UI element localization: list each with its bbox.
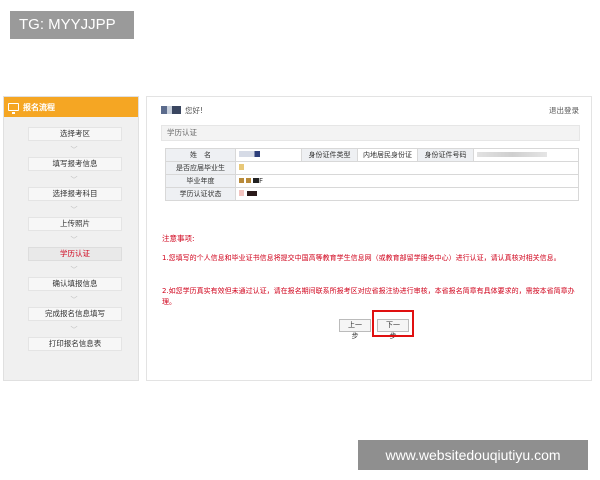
- graduate-label: 是否应届毕业生: [165, 161, 236, 175]
- status-value: [235, 187, 579, 201]
- sidebar-title: 报名流程: [23, 102, 55, 112]
- logout-link[interactable]: 退出登录: [549, 105, 579, 116]
- step-item-1[interactable]: 选择考区: [4, 117, 138, 147]
- prev-step-button[interactable]: 上一步: [339, 319, 371, 340]
- step-item-2[interactable]: ﹀ 填写报考信息: [4, 147, 138, 177]
- main-panel: 您好! 退出登录 学历认证 姓 名 身份证件类型 内地居民身份证 身份证件号码 …: [146, 96, 592, 381]
- grad-year-value: F: [235, 174, 579, 188]
- step-item-6[interactable]: ﹀ 确认填报信息: [4, 267, 138, 297]
- step-label[interactable]: 确认填报信息: [28, 277, 122, 291]
- watermark-bottom: www.websitedouqiutiyu.com: [358, 440, 588, 470]
- notice-item-2: 2.如您学历真实有效但未通过认证，请在报名期间联系所报考区对应省报注协进行审核，…: [162, 287, 575, 306]
- notice-item-1: 1.您填写的个人信息和毕业证书信息将提交中国高等教育学生信息网（或教育部留学服务…: [162, 254, 561, 262]
- step-item-4[interactable]: ﹀ 上传照片: [4, 207, 138, 237]
- chevron-down-icon: ﹀: [70, 326, 78, 334]
- step-label[interactable]: 打印报名信息表: [28, 337, 122, 351]
- status-label: 学历认证状态: [165, 187, 236, 201]
- table-row: 姓 名 身份证件类型 内地居民身份证 身份证件号码: [165, 148, 579, 162]
- id-type-value: 内地居民身份证: [357, 148, 418, 162]
- chevron-down-icon: ﹀: [70, 176, 78, 184]
- step-item-3[interactable]: ﹀ 选择报考科目: [4, 177, 138, 207]
- step-list: 选择考区 ﹀ 填写报考信息 ﹀ 选择报考科目 ﹀ 上传照片 ﹀ 学历认证 ﹀ 确…: [4, 117, 138, 357]
- step-label[interactable]: 填写报考信息: [28, 157, 122, 171]
- section-title: 学历认证: [161, 125, 580, 141]
- table-row: 是否应届毕业生: [165, 161, 579, 175]
- name-label: 姓 名: [165, 148, 236, 162]
- redacted-mark: [239, 164, 244, 170]
- step-label[interactable]: 上传照片: [28, 217, 122, 231]
- id-number-value: [473, 148, 579, 162]
- chevron-down-icon: ﹀: [70, 146, 78, 154]
- step-label[interactable]: 选择报考科目: [28, 187, 122, 201]
- notice-title: 注意事项:: [162, 234, 195, 243]
- graduate-value: [235, 161, 579, 175]
- chevron-down-icon: ﹀: [70, 206, 78, 214]
- id-number-label: 身份证件号码: [417, 148, 474, 162]
- table-row: 毕业年度 F: [165, 174, 579, 188]
- watermark-top: TG: MYYJJPP: [10, 11, 134, 39]
- highlight-annotation: [372, 310, 414, 337]
- chevron-down-icon: ﹀: [70, 266, 78, 274]
- process-sidebar: 报名流程 选择考区 ﹀ 填写报考信息 ﹀ 选择报考科目 ﹀ 上传照片 ﹀ 学历认…: [3, 96, 139, 381]
- chevron-down-icon: ﹀: [70, 236, 78, 244]
- redacted-id: [477, 152, 547, 157]
- grad-year-label: 毕业年度: [165, 174, 236, 188]
- sidebar-header: 报名流程: [4, 97, 138, 117]
- name-value: [235, 148, 302, 162]
- topbar: 您好! 退出登录: [161, 103, 579, 117]
- avatar: [161, 106, 181, 114]
- step-label[interactable]: 学历认证: [28, 247, 122, 261]
- grad-year-text: F: [259, 177, 264, 185]
- step-label[interactable]: 选择考区: [28, 127, 122, 141]
- step-label[interactable]: 完成报名信息填写: [28, 307, 122, 321]
- id-type-label: 身份证件类型: [301, 148, 358, 162]
- step-item-7[interactable]: ﹀ 完成报名信息填写: [4, 297, 138, 327]
- table-row: 学历认证状态: [165, 187, 579, 201]
- step-item-8[interactable]: ﹀ 打印报名信息表: [4, 327, 138, 357]
- user-area: 您好!: [161, 105, 203, 116]
- chevron-down-icon: ﹀: [70, 296, 78, 304]
- info-table: 姓 名 身份证件类型 内地居民身份证 身份证件号码 是否应届毕业生 毕业年度 F…: [165, 148, 579, 201]
- greeting: 您好!: [185, 105, 204, 115]
- monitor-icon: [8, 103, 19, 114]
- step-item-5-active[interactable]: ﹀ 学历认证: [4, 237, 138, 267]
- redacted-name: [239, 151, 267, 157]
